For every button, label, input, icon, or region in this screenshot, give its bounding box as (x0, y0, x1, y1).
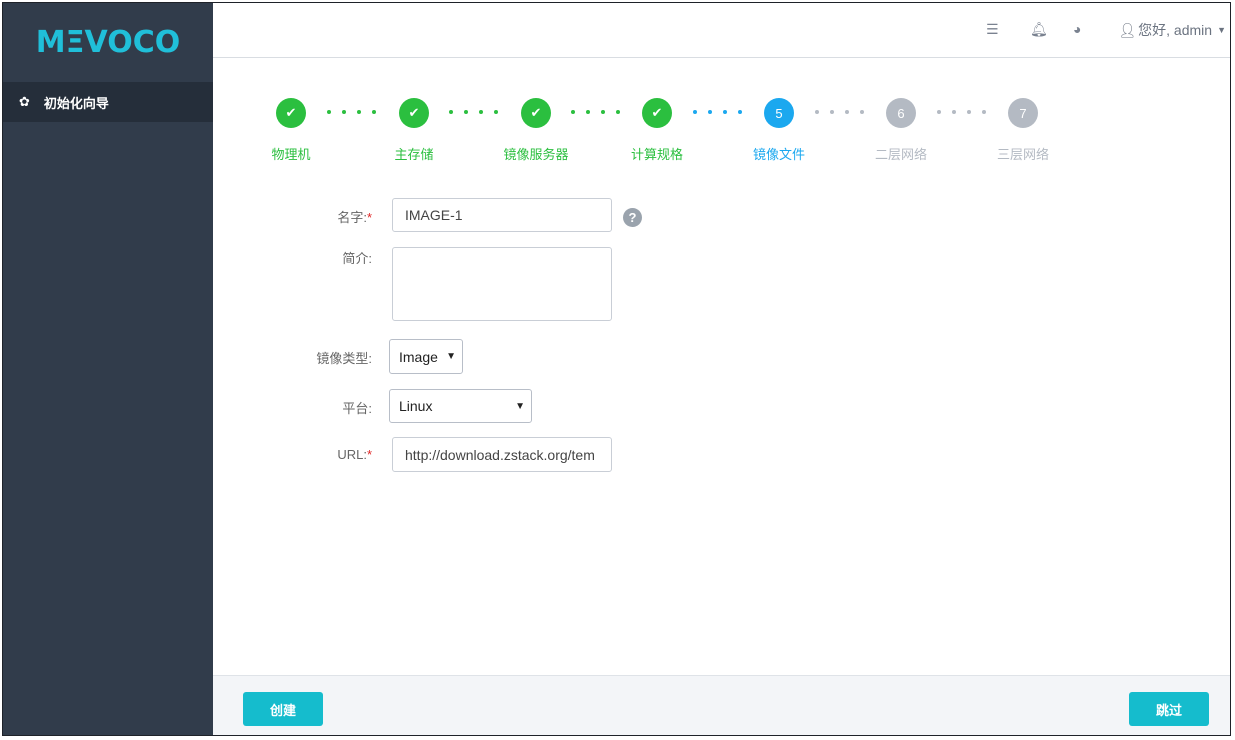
platform-label: 平台: (342, 401, 372, 416)
check-icon: ✔ (285, 105, 297, 120)
step-5-circle: 5 (764, 98, 794, 128)
url-label: URL:* (337, 447, 372, 462)
step-connector (693, 110, 742, 114)
step-connector (937, 110, 986, 114)
name-label: 名字:* (337, 210, 372, 225)
check-icon: ✔ (408, 105, 420, 120)
platform-select[interactable]: Linux ▼ (389, 389, 532, 423)
brand-logo: MΞVOCO (35, 25, 181, 60)
sidebar-item-label: 初始化向导 (43, 95, 109, 111)
step-4-circle: ✔ (642, 98, 672, 128)
step-1-circle: ✔ (276, 98, 306, 128)
step-3-circle: ✔ (521, 98, 551, 128)
sidebar-item-init-wizard[interactable]: ✿ 初始化向导 (3, 82, 213, 122)
step-7-circle: 7 (1008, 98, 1038, 128)
dropdown-arrow-icon: ▼ (515, 400, 525, 412)
url-field[interactable]: http://download.zstack.org/tem (392, 437, 612, 472)
check-icon: ✔ (530, 105, 542, 120)
step-7-label: 三层网络 (996, 147, 1049, 162)
step-1-label: 物理机 (271, 147, 311, 162)
app-window: MΞVOCO ✿ 初始化向导 ☰ 🔔︎ ◕ 👤︎ 您好, admin ▼ ✔ ✔… (2, 2, 1231, 736)
check-icon: ✔ (651, 105, 663, 120)
platform-value: Linux (399, 398, 433, 414)
step-5-label: 镜像文件 (752, 147, 805, 162)
dropdown-arrow-icon: ▼ (446, 351, 456, 362)
skip-button[interactable]: 跳过 (1129, 692, 1209, 726)
sidebar: MΞVOCO ✿ 初始化向导 (3, 3, 213, 735)
step-6-circle: 6 (886, 98, 916, 128)
image-type-label: 镜像类型: (316, 351, 372, 366)
description-label: 简介: (342, 251, 372, 266)
list-icon[interactable]: ☰ (986, 21, 999, 38)
image-type-select[interactable]: Image ▼ (389, 339, 463, 374)
step-connector (327, 110, 376, 114)
image-type-value: Image (399, 348, 438, 365)
step-connector (571, 110, 620, 114)
create-button[interactable]: 创建 (243, 692, 323, 726)
step-3-label: 镜像服务器 (503, 147, 569, 162)
step-6-label: 二层网络 (874, 147, 927, 162)
name-field[interactable]: IMAGE-1 (392, 198, 612, 232)
step-2-circle: ✔ (399, 98, 429, 128)
step-2-label: 主存储 (394, 147, 434, 162)
chevron-down-icon: ▼ (1217, 25, 1226, 35)
footer-bar: 创建 跳过 (213, 675, 1230, 735)
top-header: ☰ 🔔︎ ◕ 👤︎ 您好, admin ▼ (213, 3, 1230, 58)
bell-icon[interactable]: 🔔︎ (1030, 21, 1048, 38)
user-greeting: 您好, admin (1138, 22, 1213, 38)
step-connector (815, 110, 864, 114)
step-connector (449, 110, 498, 114)
user-icon: 👤︎ (1118, 21, 1137, 38)
description-field[interactable] (392, 247, 612, 321)
globe-icon[interactable]: ◕ (1073, 21, 1081, 37)
gear-icon: ✿ (19, 94, 30, 109)
user-menu[interactable]: 👤︎ 您好, admin ▼ (1118, 20, 1226, 40)
step-4-label: 计算规格 (630, 147, 683, 162)
help-icon[interactable]: ? (623, 208, 642, 227)
